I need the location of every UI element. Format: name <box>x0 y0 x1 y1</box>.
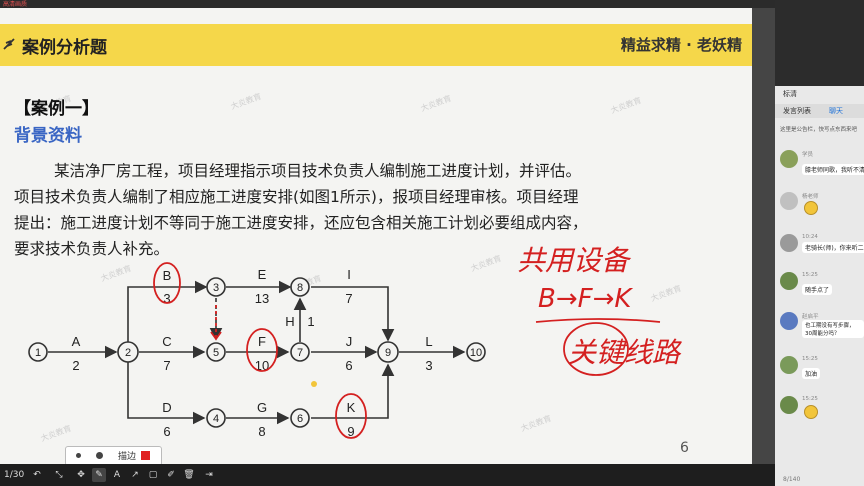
message-time: 15:25 <box>802 396 818 402</box>
node-label: 7 <box>297 347 303 359</box>
camera-view <box>775 0 864 86</box>
activity-name: K <box>347 400 356 415</box>
activity-duration: 7 <box>345 291 352 306</box>
pen-icon[interactable]: ✎ <box>92 468 106 482</box>
activity-duration: 9 <box>347 424 354 439</box>
tab-chat[interactable]: 聊天 <box>829 106 843 116</box>
highlighter-icon[interactable]: ✐ <box>164 468 178 482</box>
sender-name: 杨老师 <box>802 194 819 200</box>
underline-stroke <box>535 318 661 323</box>
thin-dot-option[interactable] <box>76 453 81 458</box>
message-text: 老骑长(师)，你来听二 <box>802 242 864 253</box>
activity-name: E <box>258 267 267 282</box>
chat-message: 学员 膝老师同歌，我听不清 <box>780 150 864 180</box>
message-text: 随手点了 <box>802 284 833 295</box>
handwriting-line3: 关键线路 <box>568 336 682 369</box>
activity-name: L <box>425 334 432 349</box>
activity-duration: 8 <box>258 424 265 439</box>
rect-icon[interactable]: ▢ <box>146 468 160 482</box>
activity-duration: 6 <box>163 424 170 439</box>
color-swatch[interactable] <box>141 451 150 460</box>
node-label: 6 <box>297 413 303 425</box>
handwriting-line1: 共用设备 <box>517 244 632 277</box>
chat-message: 15:25 加油 <box>780 356 862 382</box>
emoji-icon <box>804 405 818 419</box>
activity-name: J <box>346 334 353 349</box>
activity-name: D <box>162 400 171 415</box>
message-time: 15:25 <box>802 356 818 362</box>
node-label: 1 <box>35 347 41 359</box>
node-label: 2 <box>125 347 131 359</box>
avatar <box>780 356 798 374</box>
exit-icon[interactable]: ⇥ <box>202 468 216 482</box>
sidebar-tabs: 发言列表 聊天 <box>775 104 864 118</box>
pointer-icon[interactable]: ⤡ <box>52 468 66 482</box>
message-time: 15:25 <box>802 272 818 278</box>
sender-name: 赵启平 <box>802 314 819 320</box>
node-label: 10 <box>470 347 482 359</box>
activity-duration: 13 <box>255 291 269 306</box>
message-text: 也工期没有写步骤，30周能分吗？ <box>802 320 864 338</box>
chat-message: 赵启平 也工期没有写步骤，30周能分吗？ <box>780 312 864 348</box>
avatar <box>780 150 798 168</box>
undo-icon[interactable]: ↶ <box>30 468 44 482</box>
activity-duration: 7 <box>163 358 170 373</box>
quality-label: 高清画质 <box>3 1 28 8</box>
chat-message: 15:25 <box>780 396 862 426</box>
activity-duration: 1 <box>307 314 314 329</box>
activity-name: I <box>347 267 351 282</box>
avatar <box>780 192 798 210</box>
node-label: 9 <box>385 347 391 359</box>
chat-sidebar: 标清 发言列表 聊天 这里是公告栏，快写点东西来吧 学员 膝老师同歌，我听不清 … <box>775 0 864 486</box>
activity-duration: 3 <box>425 358 432 373</box>
activity-name: B <box>163 268 172 283</box>
message-text: 加油 <box>802 368 821 379</box>
node-label: 4 <box>213 413 219 425</box>
text-icon[interactable]: A <box>110 468 124 482</box>
chat-message: 15:25 随手点了 <box>780 272 862 302</box>
move-icon[interactable]: ✥ <box>74 468 88 482</box>
chat-message: 杨老师 <box>780 192 862 222</box>
laser-pointer <box>311 381 317 387</box>
chat-message: 10:24 老骑长(师)，你来听二 <box>780 234 864 260</box>
stroke-label[interactable]: 描边 <box>118 449 136 462</box>
message-text: 膝老师同歌，我听不清 <box>802 164 864 175</box>
page-indicator: 1/30 <box>4 470 25 480</box>
emoji-icon <box>804 201 818 215</box>
tab-speaker-list[interactable]: 发言列表 <box>783 106 811 116</box>
thick-dot-option[interactable] <box>96 452 103 459</box>
trash-icon[interactable]: 🗑 <box>182 468 196 482</box>
announcement: 这里是公告栏，快写点东西来吧 <box>780 127 858 133</box>
title-strip: 高清画质 <box>0 0 775 8</box>
activity-name: F <box>258 334 266 349</box>
node-label: 3 <box>213 282 219 294</box>
arrow-icon[interactable]: ↗ <box>128 468 142 482</box>
activity-name: C <box>162 334 171 349</box>
activity-duration: 6 <box>345 358 352 373</box>
node-label: 8 <box>297 282 303 294</box>
avatar <box>780 396 798 414</box>
slide-scroll-area <box>752 8 775 464</box>
activity-name: H <box>285 314 294 329</box>
annotation-toolbar: 1/30 ↶ ⤡ ✥ ✎ A ↗ ▢ ✐ 🗑 ⇥ <box>0 464 775 486</box>
avatar <box>780 272 798 290</box>
sender-name: 学员 <box>802 152 814 158</box>
activity-name: G <box>257 400 267 415</box>
activity-duration: 2 <box>72 358 79 373</box>
message-time: 10:24 <box>802 234 818 240</box>
message-count: 8/140 <box>783 476 801 483</box>
annotation-options[interactable]: 描边 <box>65 446 162 466</box>
avatar <box>780 234 798 252</box>
avatar <box>780 312 798 330</box>
network-diagram: 1 2 3 4 5 6 7 8 9 10 A 2 B 3 C 7 D 6 E 1… <box>28 244 682 439</box>
page-number: 6 <box>680 440 689 456</box>
handwriting-line2: B→F→K <box>538 284 633 314</box>
camera-quality-label[interactable]: 标清 <box>783 89 797 99</box>
node-label: 5 <box>213 347 219 359</box>
activity-name: A <box>72 334 81 349</box>
slide: 大炎教育 大炎教育 大炎教育 大炎教育 大炎教育 大炎教育 大炎教育 大炎教育 … <box>0 8 752 464</box>
